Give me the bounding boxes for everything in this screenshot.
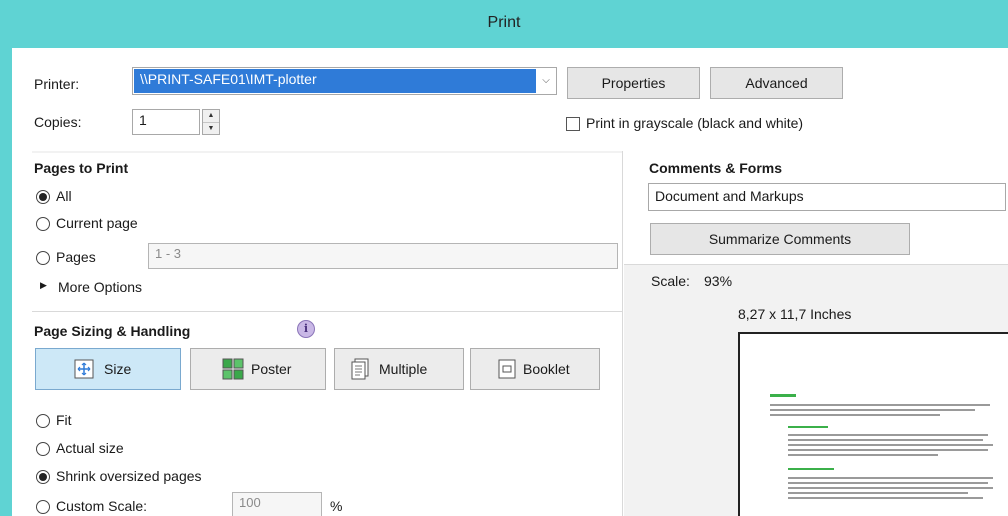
advanced-button[interactable]: Advanced <box>710 67 843 99</box>
poster-button[interactable]: Poster <box>190 348 326 390</box>
preview-heading <box>770 394 796 397</box>
pages-range-input[interactable]: 1 - 3 <box>148 243 618 269</box>
more-options-link[interactable]: More Options <box>58 279 142 295</box>
radio-pages-label: Pages <box>56 249 96 265</box>
copies-stepper[interactable]: ▲ ▼ <box>202 109 220 135</box>
radio-all-label: All <box>56 188 72 204</box>
stepper-down-icon[interactable]: ▼ <box>203 122 219 134</box>
left-panel-top-border <box>32 151 622 153</box>
printer-label: Printer: <box>34 76 80 92</box>
window-title: Print <box>487 14 521 31</box>
multiple-button[interactable]: Multiple <box>334 348 464 390</box>
grayscale-label: Print in grayscale (black and white) <box>586 115 804 131</box>
print-preview-page <box>738 332 1008 516</box>
page-sizing-heading: Page Sizing & Handling <box>34 323 191 339</box>
paper-size-label: 8,27 x 11,7 Inches <box>738 306 852 322</box>
size-icon <box>74 359 94 379</box>
radio-fit[interactable] <box>36 414 50 428</box>
size-button[interactable]: Size <box>35 348 181 390</box>
radio-shrink-oversized-label: Shrink oversized pages <box>56 468 202 484</box>
poster-icon <box>222 358 244 380</box>
radio-fit-label: Fit <box>56 412 72 428</box>
radio-custom-scale[interactable] <box>36 500 50 514</box>
comments-forms-dropdown[interactable]: Document and Markups <box>648 183 1006 211</box>
scale-value: 93% <box>704 273 733 289</box>
radio-pages[interactable] <box>36 251 50 265</box>
booklet-button[interactable]: Booklet <box>470 348 600 390</box>
copies-label: Copies: <box>34 114 82 130</box>
info-icon[interactable]: i <box>297 320 315 338</box>
radio-custom-scale-label: Custom Scale: <box>56 498 148 514</box>
grayscale-checkbox[interactable] <box>566 117 580 131</box>
custom-scale-input[interactable]: 100 <box>232 492 322 516</box>
summarize-comments-button[interactable]: Summarize Comments <box>650 223 910 255</box>
title-bar: Print <box>0 0 1008 48</box>
radio-actual-size-label: Actual size <box>56 440 124 456</box>
stepper-up-icon[interactable]: ▲ <box>203 110 219 122</box>
multiple-button-label: Multiple <box>379 361 428 377</box>
scale-label: Scale: <box>651 273 690 289</box>
multiple-icon <box>351 358 369 380</box>
radio-shrink-oversized[interactable] <box>36 470 50 484</box>
printer-selected-value: \\PRINT-SAFE01\IMT-plotter <box>134 69 536 93</box>
print-dialog: Printer: \\PRINT-SAFE01\IMT-plotter ⌵ Pr… <box>12 48 1008 516</box>
radio-current-page[interactable] <box>36 217 50 231</box>
printer-dropdown[interactable]: \\PRINT-SAFE01\IMT-plotter ⌵ <box>132 67 557 95</box>
booklet-button-label: Booklet <box>523 361 570 377</box>
poster-button-label: Poster <box>251 361 292 377</box>
booklet-icon <box>498 359 516 379</box>
size-button-label: Size <box>104 361 132 377</box>
sizing-divider <box>32 311 622 312</box>
expand-triangle-icon[interactable]: ▶ <box>40 280 47 291</box>
comments-forms-heading: Comments & Forms <box>649 160 783 176</box>
chevron-down-icon[interactable]: ⌵ <box>536 68 556 94</box>
custom-scale-unit: % <box>330 498 343 514</box>
properties-button[interactable]: Properties <box>567 67 700 99</box>
panel-divider <box>622 151 623 516</box>
radio-all[interactable] <box>36 190 50 204</box>
copies-input[interactable]: 1 <box>132 109 200 135</box>
pages-to-print-heading: Pages to Print <box>34 160 129 176</box>
radio-actual-size[interactable] <box>36 442 50 456</box>
radio-current-page-label: Current page <box>56 215 138 231</box>
